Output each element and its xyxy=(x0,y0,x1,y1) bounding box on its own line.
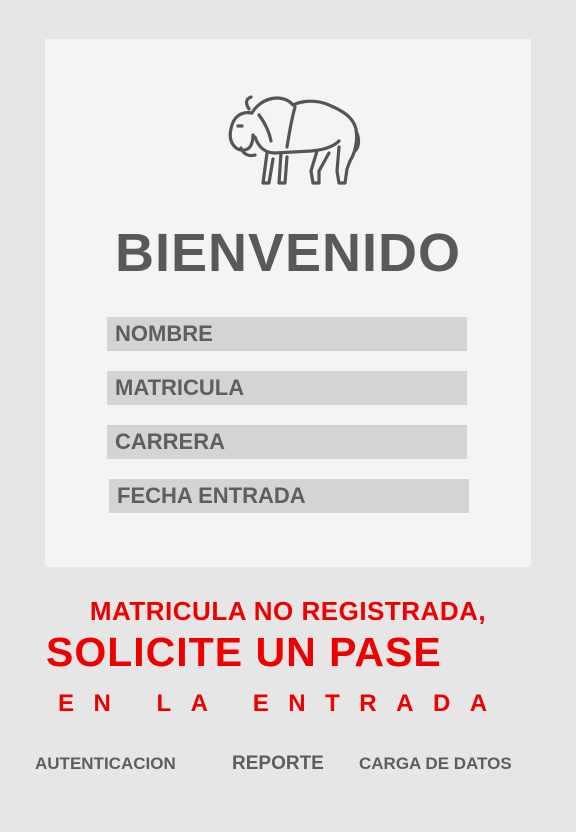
nav-carga-datos-link[interactable]: CARGA DE DATOS xyxy=(359,752,512,776)
error-message-line2: SOLICITE UN PASE xyxy=(46,629,442,675)
carrera-field[interactable]: CARRERA xyxy=(107,425,467,459)
page-title: BIENVENIDO xyxy=(114,223,462,283)
nav-autenticacion-link[interactable]: AUTENTICACION xyxy=(35,752,176,776)
welcome-card: BIENVENIDO NOMBRE MATRICULA CARRERA FECH… xyxy=(45,39,531,567)
matricula-field[interactable]: MATRICULA xyxy=(107,371,467,405)
fecha-entrada-field[interactable]: FECHA ENTRADA xyxy=(109,479,469,513)
error-message-line3: EN LA ENTRADA xyxy=(58,690,507,717)
nombre-field[interactable]: NOMBRE xyxy=(107,317,467,351)
error-message-line1: MATRICULA NO REGISTRADA, xyxy=(89,596,487,626)
bison-icon xyxy=(228,95,361,185)
nav-reporte-link[interactable]: REPORTE xyxy=(232,752,324,776)
